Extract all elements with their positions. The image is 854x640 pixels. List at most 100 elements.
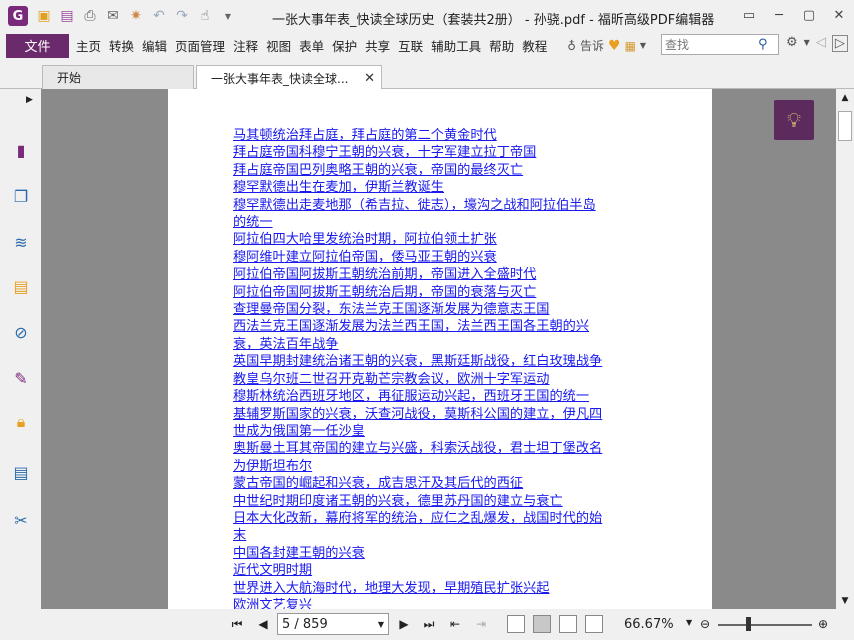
toc-link[interactable]: 穆阿维叶建立阿拉伯帝国，倭马亚王朝的兴衰 [233,249,648,266]
next-page-icon[interactable]: ▶ [395,615,413,633]
single-page-view-icon[interactable] [507,615,525,633]
vertical-scrollbar[interactable]: ▲ ▼ [836,89,854,609]
menu-item-home[interactable]: 主页 [72,36,105,55]
toc-link[interactable]: 查理曼帝国分裂，东法兰克王国逐渐发展为德意志王国 [233,301,648,318]
toc-link[interactable]: 阿拉伯帝国阿拔斯王朝统治后期，帝国的衰落与灭亡 [233,284,648,301]
menu-item-share[interactable]: 共享 [361,36,394,55]
menu-item-connect[interactable]: 互联 [394,36,427,55]
menu-item-tutorial[interactable]: 教程 [518,36,551,55]
close-tab-icon[interactable]: ✕ [364,71,375,86]
document-area[interactable]: 马其顿统治拜占庭，拜占庭的第二个黄金时代 拜占庭帝国科穆宁王朝的兴衰，十字军建立… [41,89,836,613]
scroll-right-icon[interactable]: ▷ [831,35,848,52]
toc-link[interactable]: 穆罕默德出走麦地那（希吉拉、徙志），壕沟之战和阿拉伯半岛 [233,197,648,214]
previous-view-icon[interactable]: ⇤ [446,615,464,633]
tell-me[interactable]: ♁ 告诉 ♥ ▦ ▼ [567,37,646,54]
chevron-down-icon[interactable]: ▼ [686,618,692,627]
chevron-down-icon[interactable]: ▼ [218,6,238,26]
menu-item-convert[interactable]: 转换 [105,36,138,55]
toc-link[interactable]: 蒙古帝国的崛起和兴衰，成吉思汗及其后代的西征 [233,475,648,492]
lightbulb-icon[interactable]: 💡︎ [774,100,814,140]
toc-link[interactable]: 教皇乌尔班二世召开克勒芒宗教会议，欧洲十字军运动 [233,371,648,388]
form-fields-icon[interactable]: ▤ [10,461,32,483]
attachments-icon[interactable]: ⊘ [10,321,32,343]
menu-item-form[interactable]: 表单 [295,36,328,55]
toc-link[interactable]: 英国早期封建统治诸王朝的兴衰，黑斯廷斯战役，红白玫瑰战争 [233,353,648,370]
next-view-icon[interactable]: ⇥ [472,615,490,633]
toc-link[interactable]: 拜占庭帝国巴列奥略王朝的兴衰，帝国的最终灭亡 [233,162,648,179]
security-icon[interactable]: 🔒︎ [10,411,32,433]
feedback-icon[interactable]: ♥ [608,38,621,54]
toc-link[interactable]: 中国各封建王朝的兴衰 [233,545,648,562]
print-icon[interactable]: ⎙ [80,6,100,26]
search-box[interactable]: ⚲ [661,34,779,55]
chevron-down-icon[interactable]: ▼ [804,38,810,52]
close-icon[interactable]: ✕ [824,0,854,30]
save-icon[interactable]: ▤ [57,6,77,26]
signature-icon[interactable]: ✎ [10,367,32,389]
toc-link[interactable]: 中世纪时期印度诸王朝的兴衰，德里苏丹国的建立与衰亡 [233,493,648,510]
menu-item-accessibility[interactable]: 辅助工具 [427,36,485,55]
previous-page-icon[interactable]: ◀ [254,615,272,633]
toc-link[interactable]: 为伊斯坦布尔 [233,458,648,475]
menu-item-comment[interactable]: 注释 [229,36,262,55]
redo-icon[interactable]: ↷ [172,6,192,26]
minimize-icon[interactable]: ─ [764,0,794,30]
toc-link[interactable]: 阿拉伯帝国阿拔斯王朝统治前期，帝国进入全盛时代 [233,266,648,283]
toc-link[interactable]: 西法兰克王国逐渐发展为法兰西王国，法兰西王国各王朝的兴 [233,318,648,335]
tools-icon[interactable]: ✂ [10,509,32,531]
scroll-left-icon[interactable]: ◁ [816,35,826,52]
zoom-slider-thumb[interactable] [746,617,751,631]
zoom-slider[interactable] [718,624,812,626]
first-page-icon[interactable]: ⏮ [228,615,246,633]
menu-item-help[interactable]: 帮助 [485,36,518,55]
menu-item-organize[interactable]: 页面管理 [171,36,229,55]
zoom-out-icon[interactable]: ⊖ [696,615,714,633]
expand-panel-icon[interactable]: ▶ [26,95,33,105]
scroll-down-icon[interactable]: ▼ [836,592,854,609]
continuous-facing-view-icon[interactable] [585,615,603,633]
ribbon-toggle-icon[interactable]: ▭ [734,0,764,30]
toc-link[interactable]: 近代文明时期 [233,562,648,579]
toc-link[interactable]: 穆罕默德出生在麦加，伊斯兰教诞生 [233,179,648,196]
toc-link[interactable]: 世界进入大航海时代，地理大发现，早期殖民扩张兴起 [233,580,648,597]
toc-link[interactable]: 末 [233,527,648,544]
scrollbar-thumb[interactable] [838,111,852,141]
chevron-down-icon[interactable]: ▼ [378,620,384,629]
toc-link[interactable]: 衰，英法百年战争 [233,336,648,353]
layers-icon[interactable]: ≋ [10,231,32,253]
scroll-up-icon[interactable]: ▲ [836,89,854,106]
page-thumbnail-icon[interactable]: ▮ [10,139,32,161]
toc-link[interactable]: 基辅罗斯国家的兴衰，沃查河战役，莫斯科公国的建立，伊凡四 [233,406,648,423]
toc-link[interactable]: 的统一 [233,214,648,231]
undo-icon[interactable]: ↶ [149,6,169,26]
toc-link[interactable]: 日本大化改新，幕府将军的统治，应仁之乱爆发，战国时代的始 [233,510,648,527]
pages-icon[interactable]: ❐ [10,185,32,207]
toc-link[interactable]: 穆斯林统治西班牙地区，再征服运动兴起，西班牙王国的统一 [233,388,648,405]
last-page-icon[interactable]: ⏭ [420,615,438,633]
zoom-level[interactable]: 66.67% [624,617,674,632]
comments-icon[interactable]: ▤ [10,275,32,297]
toc-link[interactable]: 世成为俄国第一任沙皇 [233,423,648,440]
facing-view-icon[interactable] [559,615,577,633]
email-icon[interactable]: ✉ [103,6,123,26]
maximize-icon[interactable]: ▢ [794,0,824,30]
toc-link[interactable]: 阿拉伯四大哈里发统治时期，阿拉伯领土扩张 [233,231,648,248]
cloud-folder-icon[interactable]: ▦ [625,39,636,53]
toc-link[interactable]: 奥斯曼土耳其帝国的建立与兴盛，科索沃战役，君士坦丁堡改名 [233,440,648,457]
hand-tool-icon[interactable]: ☝ [195,6,215,26]
open-folder-icon[interactable]: ▣ [34,6,54,26]
file-menu-button[interactable]: 文件 [6,33,69,58]
menu-item-view[interactable]: 视图 [262,36,295,55]
tab-start[interactable]: 开始 [42,65,194,89]
page-number-field[interactable]: 5 / 859 ▼ [277,613,389,635]
gear-icon[interactable]: ⚙ [786,35,798,52]
search-input[interactable] [662,35,758,54]
new-icon[interactable]: ✷ [126,6,146,26]
chevron-down-icon[interactable]: ▼ [640,41,646,50]
zoom-in-icon[interactable]: ⊕ [814,615,832,633]
continuous-view-icon[interactable] [533,615,551,633]
menu-item-edit[interactable]: 编辑 [138,36,171,55]
menu-item-protect[interactable]: 保护 [328,36,361,55]
search-icon[interactable]: ⚲ [758,37,776,52]
toc-link[interactable]: 拜占庭帝国科穆宁王朝的兴衰，十字军建立拉丁帝国 [233,144,648,161]
